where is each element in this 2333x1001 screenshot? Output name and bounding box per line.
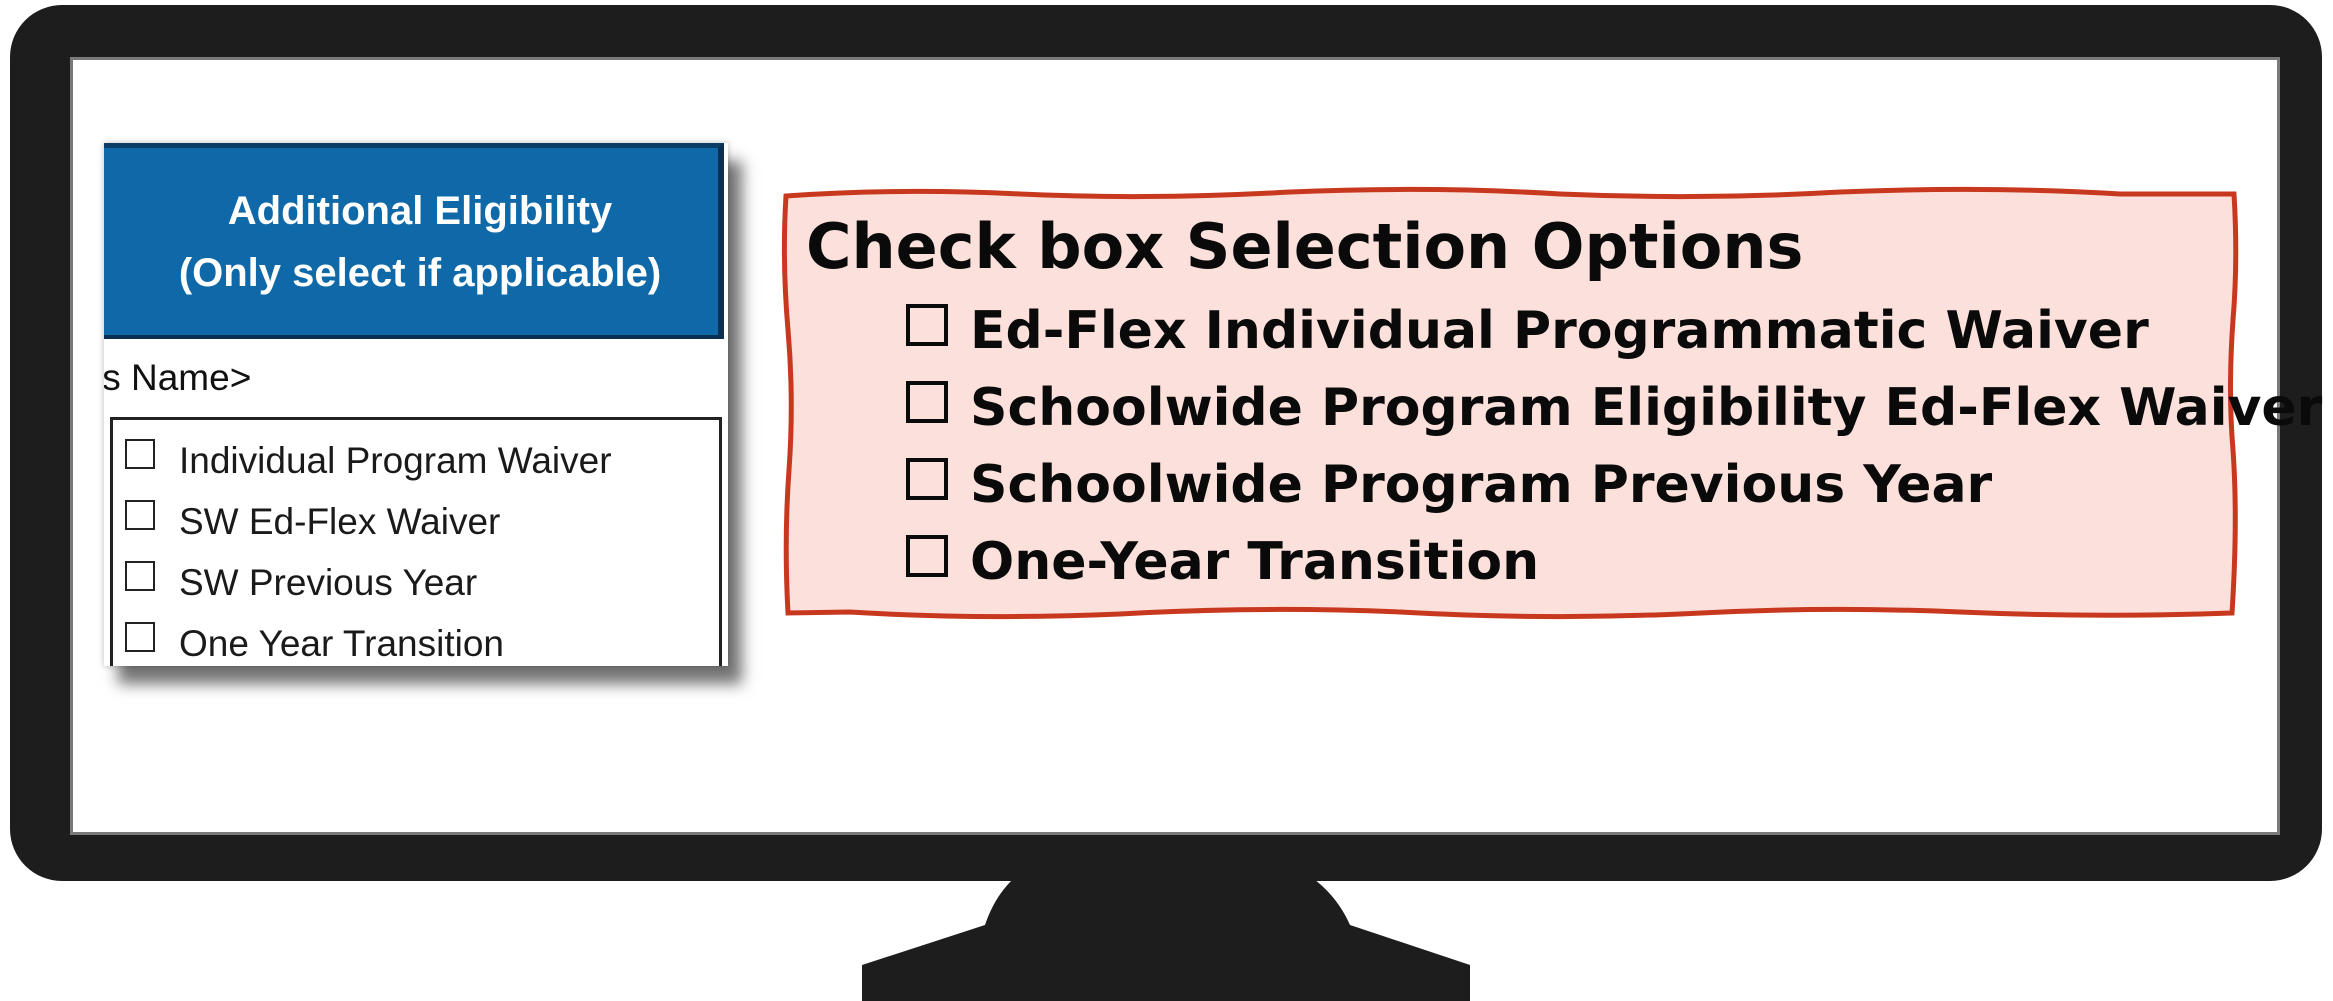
name-row: is Name> [104,339,728,417]
callout-option-one-year-transition: One-Year Transition [906,523,2322,600]
form-excerpt: Additional Eligibility (Only select if a… [104,143,728,666]
header-line-1: Additional Eligibility [227,188,613,233]
checkbox-option-one-year-transition[interactable]: One Year Transition [113,613,719,666]
checkbox[interactable] [125,560,155,591]
callout-option-label: Schoolwide Program Previous Year [970,454,1993,515]
checkbox-label: SW Ed-Flex Waiver [179,500,501,542]
callout-option-schoolwide-previous-year: Schoolwide Program Previous Year [906,446,2322,523]
checkbox-label: One Year Transition [179,622,504,664]
callout-title: Check box Selection Options [806,210,1804,283]
name-label: is Name> [104,357,252,398]
checkbox-label: SW Previous Year [179,561,478,603]
checkbox-option-sw-previous-year[interactable]: SW Previous Year [113,552,719,613]
callout-option-ed-flex-individual-programmatic-waiver: Ed-Flex Individual Programmatic Waiver [906,292,2322,369]
checkbox[interactable] [125,438,155,469]
checkbox-glyph-icon [906,457,948,500]
checkbox-glyph-icon [906,380,948,423]
checkbox[interactable] [125,499,155,530]
callout-option-label: One-Year Transition [970,531,1540,592]
monitor-illustration: Additional Eligibility (Only select if a… [0,0,2333,1001]
checkbox-label: Individual Program Waiver [179,439,612,481]
callout-option-schoolwide-eligibility-ed-flex-waiver: Schoolwide Program Eligibility Ed-Flex W… [906,369,2322,446]
callout-option-label: Schoolwide Program Eligibility Ed-Flex W… [970,377,2323,438]
checkbox-option-individual-program-waiver[interactable]: Individual Program Waiver [113,430,719,491]
checkbox-glyph-icon [906,534,948,577]
callout-option-list: Ed-Flex Individual Programmatic Waiver S… [906,292,2322,600]
callout-box: Check box Selection Options Ed-Flex Indi… [786,192,2322,617]
checkbox-option-sw-ed-flex-waiver[interactable]: SW Ed-Flex Waiver [113,491,719,552]
eligibility-column-header: Additional Eligibility (Only select if a… [104,143,724,339]
checkbox-glyph-icon [906,303,948,346]
callout-option-label: Ed-Flex Individual Programmatic Waiver [970,300,2149,361]
eligibility-checkbox-list: Individual Program Waiver SW Ed-Flex Wai… [110,417,722,666]
checkbox[interactable] [125,621,155,652]
header-line-2: (Only select if applicable) [178,250,662,295]
